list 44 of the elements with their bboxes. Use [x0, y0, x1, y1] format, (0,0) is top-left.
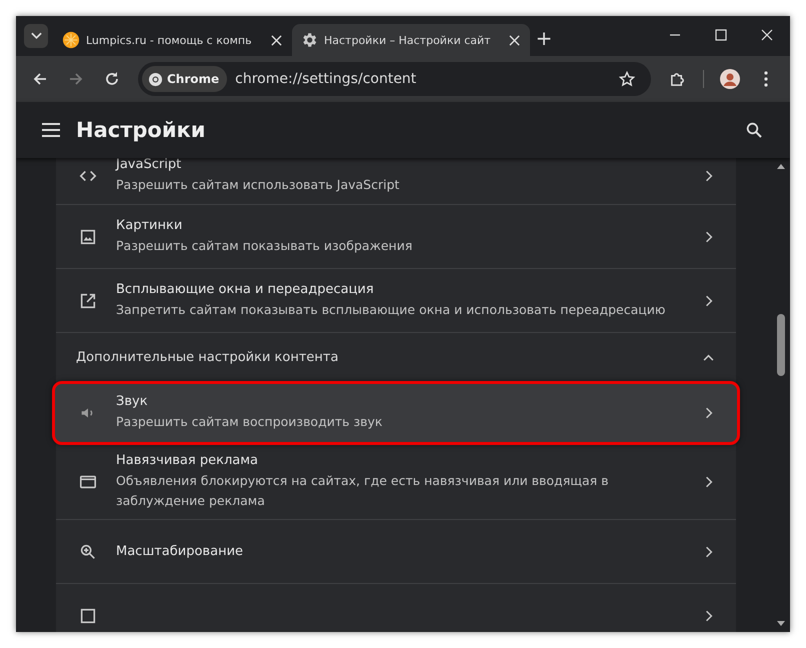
browser-tab[interactable]: Настройки – Настройки сайт	[292, 24, 530, 56]
row-title: Всплывающие окна и переадресация	[116, 282, 375, 296]
tab-title: Lumpics.ru - помощь с компь	[86, 34, 253, 46]
row-description: Разрешить сайтам показывать изображения	[116, 236, 414, 255]
chevron-right-icon	[704, 294, 714, 308]
search-icon[interactable]	[746, 122, 762, 138]
scroll-up-arrow-icon[interactable]	[776, 162, 786, 170]
chevron-right-icon	[704, 406, 714, 420]
scrollbar-thumb[interactable]	[777, 314, 785, 376]
row-title: Навязчивая реклама	[116, 453, 259, 468]
settings-row[interactable]: Картинки Разрешить сайтам показывать изображения	[56, 204, 736, 268]
menu-icon[interactable]	[42, 123, 60, 137]
chrome-logo-icon	[148, 72, 163, 86]
page-title: Настройки	[76, 118, 206, 142]
row-title: Картинки	[116, 218, 184, 232]
chevron-right-icon	[704, 169, 714, 183]
browser-tab[interactable]: Lumpics.ru - помощь с компь	[54, 24, 292, 56]
section-heading: Дополнительные настройки контента	[76, 350, 340, 364]
site-chip-label: Chrome	[167, 72, 220, 86]
row-title: JavaScript	[116, 158, 182, 172]
row-title: Звук	[116, 394, 149, 409]
new-tab-button[interactable]: +	[530, 26, 558, 50]
caret-icon[interactable]	[24, 24, 48, 48]
chevron-right-icon	[704, 608, 714, 622]
chevron-right-icon	[704, 475, 714, 489]
highlighted-settings-row[interactable]: Звук Разрешить сайтам воспроизводить звук	[52, 381, 740, 445]
settings-row[interactable]: Всплывающие окна и переадресация Запретить сайтам показывать всплывающие окна и использовать переадресацию	[56, 268, 736, 332]
url-text: chrome://settings/content	[235, 71, 416, 87]
citrus-slice-icon	[62, 31, 80, 49]
collapse-caret-icon[interactable]	[702, 352, 714, 362]
row-description: Разрешить сайтам использовать JavaScript	[116, 176, 400, 194]
site-chip[interactable]: Chrome	[142, 66, 228, 92]
row-description: Запретить сайтам показывать всплывающие окна и использовать переадресацию	[116, 300, 666, 319]
chevron-right-icon	[704, 230, 714, 244]
tab-title: Настройки – Настройки сайт	[324, 34, 492, 46]
row-description: Разрешить сайтам воспроизводить звук	[116, 413, 384, 431]
address-bar[interactable]: Chrome chrome://settings/content	[138, 62, 651, 96]
row-title: Масштабирование	[116, 544, 244, 559]
row-description: Объявления блокируются на сайтах, где есть навязчивая или вводящая в заблуждение реклама	[116, 472, 610, 510]
chevron-right-icon	[704, 544, 714, 558]
settings-row[interactable]: JavaScript Разрешить сайтам использовать JavaScript	[56, 158, 736, 204]
scroll-down-arrow-icon[interactable]	[776, 620, 786, 628]
settings-row[interactable]: Масштабирование	[56, 519, 736, 583]
settings-row[interactable]: Навязчивая реклама Объявления блокируются на сайтах, где есть навязчивая или вводящая в заблуждение реклама	[56, 445, 736, 519]
